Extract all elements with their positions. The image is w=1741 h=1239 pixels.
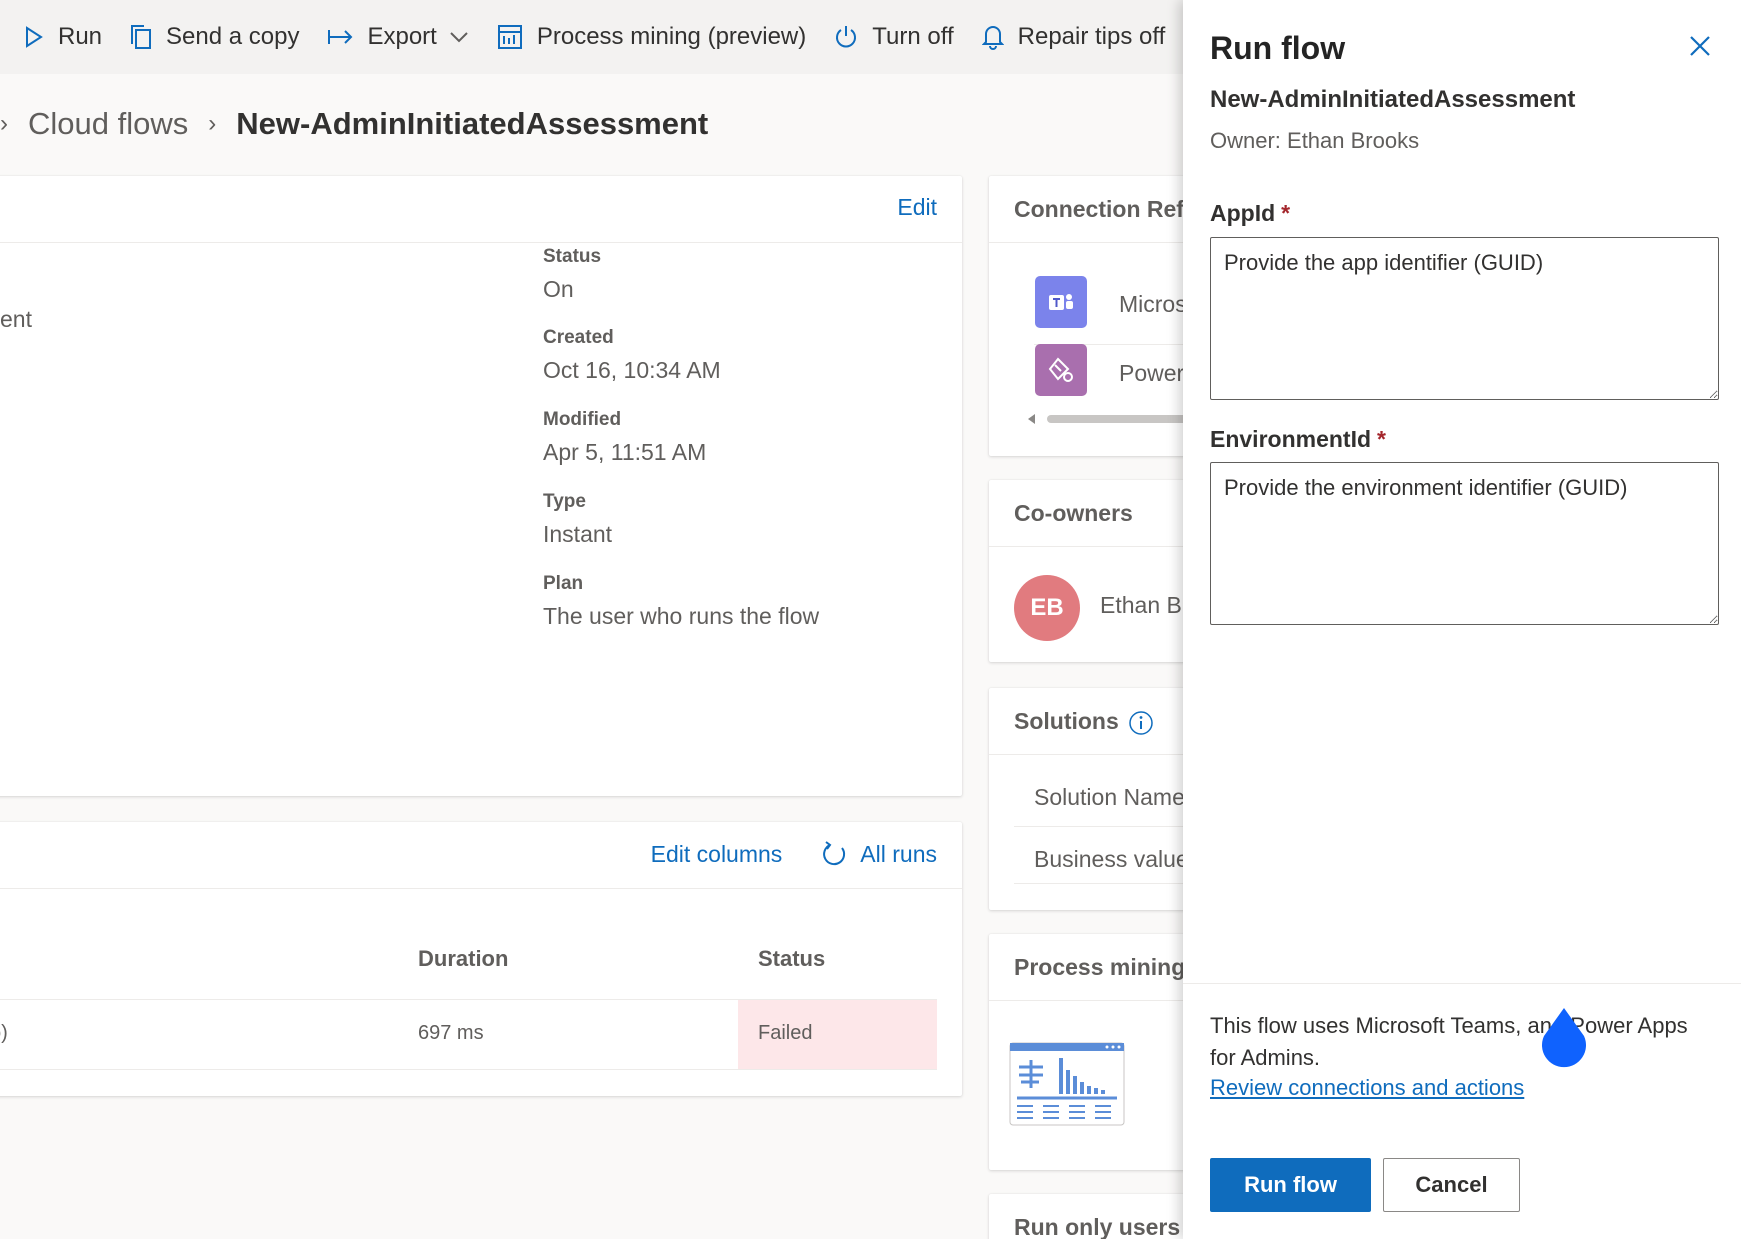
repair-tips-button[interactable]: Repair tips off: [968, 0, 1180, 74]
type-label: Type: [543, 491, 586, 512]
status-label: Status: [543, 246, 602, 267]
co-owner-name: Ethan Br: [1100, 592, 1190, 618]
status-value: On: [543, 276, 574, 302]
connection-references-title: Connection Refe: [1014, 196, 1197, 222]
cancel-button[interactable]: Cancel: [1383, 1158, 1520, 1212]
solution-row[interactable]: Business value: [1034, 846, 1189, 873]
chevron-right-icon: ›: [0, 110, 8, 137]
connection-references-card: Connection Refe Micros Power: [989, 176, 1199, 456]
export-icon: [327, 28, 353, 46]
solutions-column-header: Solution Name: [1034, 784, 1185, 810]
runs-card: Edit columns All runs Duration Status o)…: [0, 822, 962, 1096]
runs-actions: Edit columns All runs: [651, 840, 937, 868]
flow-name: New-AdminInitiatedAssessment: [1210, 86, 1576, 113]
play-icon: [24, 26, 44, 48]
run-button-label: Run: [58, 23, 103, 50]
repair-tips-label: Repair tips off: [1017, 23, 1166, 50]
cursor-icon: [1537, 1006, 1591, 1072]
run-button[interactable]: Run: [10, 0, 116, 74]
connection-name[interactable]: Micros: [1119, 291, 1187, 318]
solutions-title: Solutions: [1014, 708, 1119, 734]
divider: [989, 546, 1199, 547]
divider: [0, 888, 962, 889]
flow-name-fragment: ent: [0, 306, 32, 332]
process-mining-illustration: [1009, 1042, 1125, 1126]
connection-name[interactable]: Power: [1119, 360, 1184, 387]
co-owners-title: Co-owners: [1014, 500, 1133, 526]
appid-label-text: AppId: [1210, 200, 1276, 226]
edit-details-link[interactable]: Edit: [897, 194, 937, 221]
close-icon[interactable]: [1689, 35, 1711, 62]
panel-title: Run flow: [1210, 30, 1346, 66]
plan-label: Plan: [543, 573, 584, 594]
modified-label: Modified: [543, 409, 622, 430]
column-header-duration[interactable]: Duration: [418, 946, 508, 972]
breadcrumb: › Cloud flows › New-AdminInitiatedAssess…: [0, 100, 708, 148]
chevron-right-icon: ›: [208, 110, 217, 137]
power-icon: [834, 24, 858, 50]
info-icon[interactable]: [1128, 710, 1154, 741]
horizontal-scrollbar[interactable]: [1025, 412, 1199, 426]
run-flow-button[interactable]: Run flow: [1210, 1158, 1371, 1212]
run-start-fragment[interactable]: o): [0, 1022, 8, 1045]
plan-value: The user who runs the flow: [543, 603, 820, 629]
run-only-users-title: Run only users: [1014, 1214, 1181, 1239]
run-flow-panel: Run flow New-AdminInitiatedAssessment Ow…: [1183, 0, 1741, 1239]
process-mining-card: Process mining: [989, 934, 1199, 1170]
column-header-status[interactable]: Status: [758, 946, 825, 972]
turn-off-button[interactable]: Turn off: [820, 0, 967, 74]
required-mark: *: [1377, 426, 1386, 452]
divider: [1014, 883, 1199, 884]
environmentid-label: EnvironmentId *: [1210, 426, 1386, 453]
chevron-down-icon: [449, 31, 469, 43]
review-connections-link[interactable]: Review connections and actions: [1210, 1075, 1524, 1101]
run-status-badge: Failed: [758, 1022, 813, 1044]
solutions-card: Solutions Solution Name Business value: [989, 688, 1199, 910]
run-duration: 697 ms: [418, 1022, 484, 1044]
modified-value: Apr 5, 11:51 AM: [543, 439, 707, 465]
appid-label: AppId *: [1210, 200, 1290, 227]
divider: [0, 242, 962, 243]
process-mining-label: Process mining (preview): [536, 23, 807, 50]
environmentid-field[interactable]: [1210, 462, 1719, 625]
all-runs-link[interactable]: All runs: [820, 840, 937, 868]
required-mark: *: [1281, 200, 1291, 226]
created-label: Created: [543, 327, 614, 348]
run-only-users-card: Run only users: [989, 1194, 1199, 1239]
export-button[interactable]: Export: [313, 0, 482, 74]
edit-columns-link[interactable]: Edit columns: [651, 841, 783, 868]
teams-icon: [1035, 276, 1087, 328]
all-runs-label: All runs: [860, 840, 937, 867]
power-apps-icon: [1035, 344, 1087, 396]
turn-off-label: Turn off: [872, 23, 954, 50]
connections-notice: This flow uses Microsoft Teams, and Powe…: [1210, 1013, 1688, 1070]
divider: [989, 754, 1199, 755]
divider: [0, 1069, 937, 1070]
send-copy-button[interactable]: Send a copy: [116, 0, 313, 74]
created-value: Oct 16, 10:34 AM: [543, 357, 721, 383]
co-owners-card: Co-owners EB Ethan Br: [989, 480, 1199, 662]
appid-field[interactable]: [1210, 237, 1719, 400]
copy-icon: [130, 24, 152, 50]
details-card: Edit ent Status On Created Oct 16, 10:34…: [0, 176, 962, 796]
environmentid-label-text: EnvironmentId: [1210, 426, 1372, 452]
flow-owner: Owner: Ethan Brooks: [1210, 128, 1420, 153]
process-mining-title: Process mining: [1014, 954, 1186, 980]
process-mining-button[interactable]: Process mining (preview): [483, 0, 820, 74]
breadcrumb-cloud-flows[interactable]: Cloud flows: [28, 106, 188, 142]
page-title: New-AdminInitiatedAssessment: [236, 106, 709, 141]
send-copy-label: Send a copy: [166, 23, 300, 50]
type-value: Instant: [543, 521, 613, 547]
divider: [1014, 826, 1199, 827]
export-label: Export: [367, 23, 437, 50]
refresh-icon: [820, 840, 848, 868]
divider: [1183, 983, 1741, 984]
divider: [989, 1000, 1199, 1001]
divider: [989, 242, 1199, 243]
process-mining-icon: [497, 24, 523, 50]
avatar: EB: [1014, 575, 1080, 641]
bell-icon: [981, 24, 1004, 50]
